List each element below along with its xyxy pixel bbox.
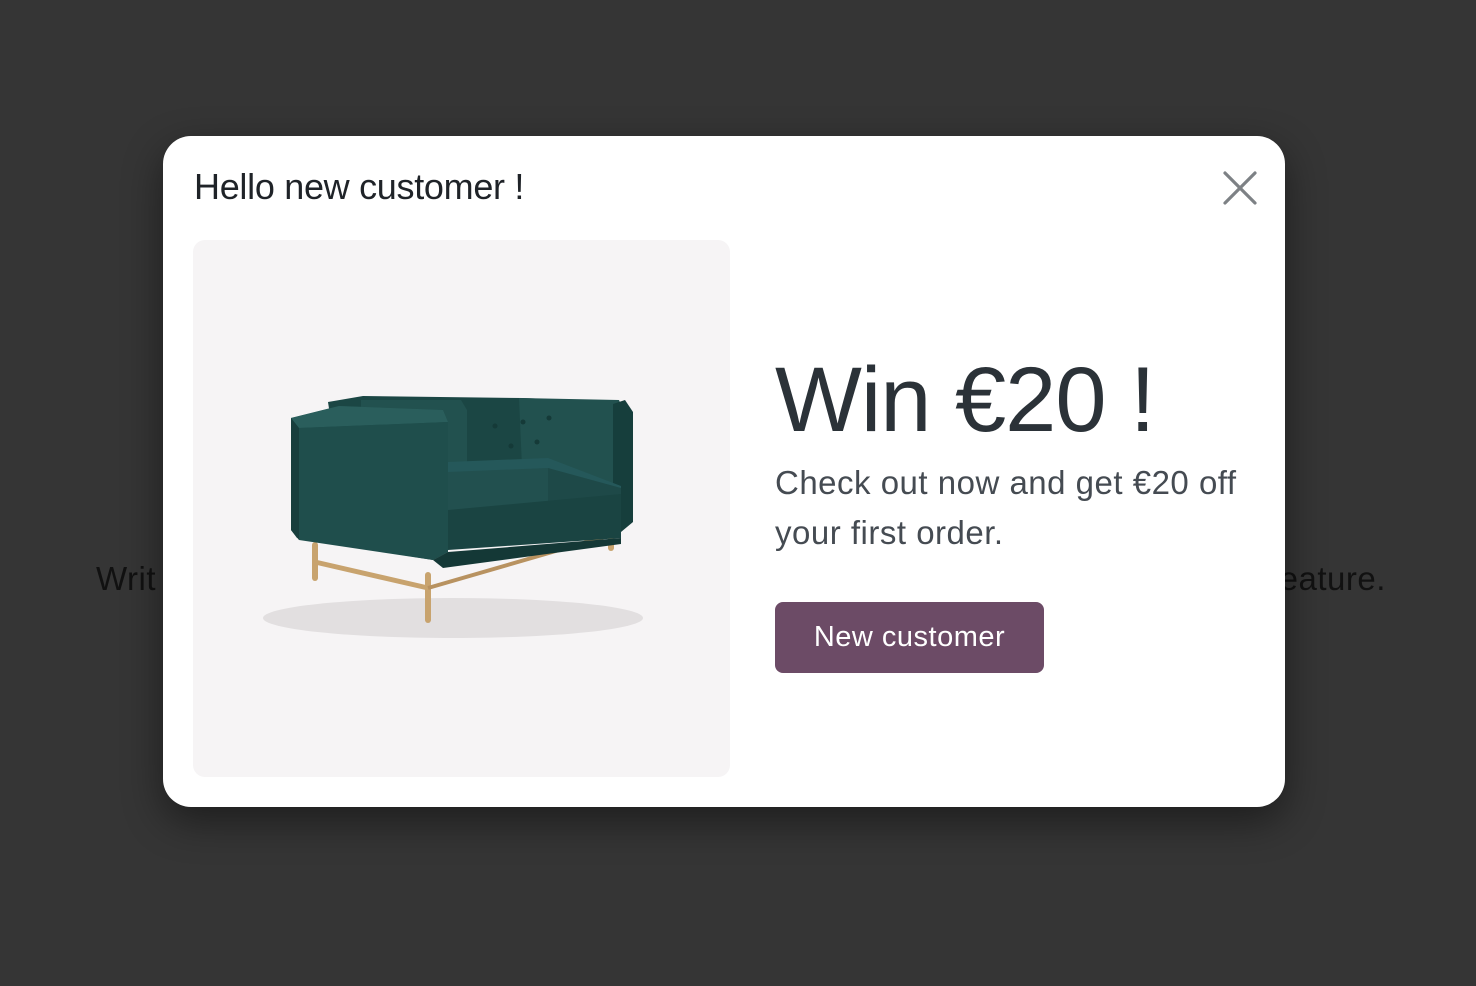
close-button[interactable] bbox=[1218, 166, 1262, 210]
sofa-image bbox=[263, 396, 643, 638]
page: Writ feature. Hello new customer ! Win €… bbox=[0, 0, 1476, 986]
popup-modal: Hello new customer ! Win €20 ! Check out… bbox=[163, 136, 1285, 807]
background-text-left: Writ bbox=[96, 560, 157, 597]
background-text-right: feature. bbox=[1270, 560, 1386, 597]
promo-headline: Win €20 ! bbox=[775, 349, 1156, 451]
promo-description: Check out now and get €20 off your first… bbox=[775, 464, 1237, 551]
modal-title: Hello new customer ! bbox=[194, 166, 525, 207]
close-icon bbox=[1223, 171, 1257, 205]
new-customer-button[interactable]: New customer bbox=[775, 602, 1044, 673]
product-image bbox=[193, 240, 730, 777]
